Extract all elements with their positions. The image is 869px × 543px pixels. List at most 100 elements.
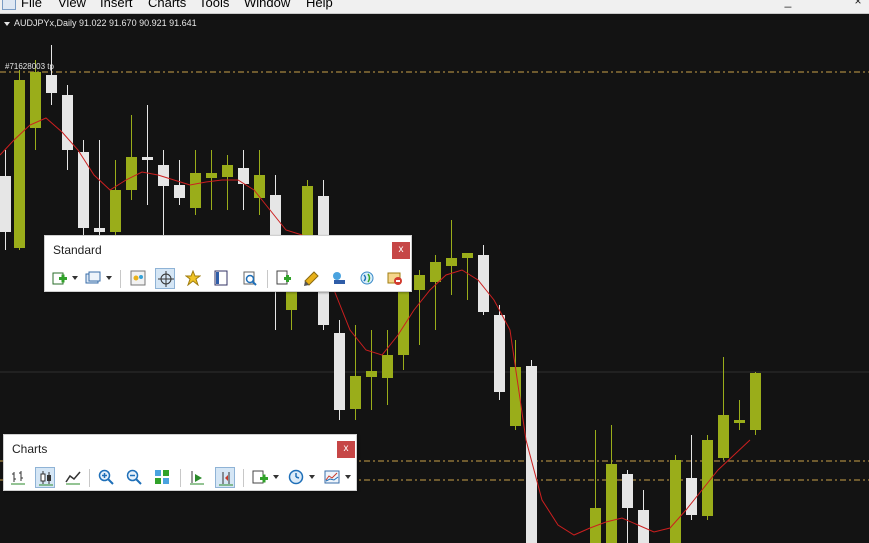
menu-charts[interactable]: Charts [148, 0, 186, 11]
menu-file[interactable]: File [21, 0, 42, 11]
candle [302, 180, 313, 236]
menu-tools[interactable]: Tools [199, 0, 229, 11]
auto-scroll-button[interactable] [187, 467, 207, 488]
charts-toolbar: Charts x [3, 434, 357, 491]
new-order-button[interactable] [273, 268, 293, 289]
standard-toolbar-buttons [45, 266, 411, 292]
menu-view[interactable]: View [58, 0, 86, 11]
candle [14, 70, 25, 250]
candle-body [718, 415, 729, 458]
candle-body [670, 460, 681, 543]
auto-trading-button[interactable] [385, 268, 405, 289]
chart-title: AUDJPYx,Daily 91.022 91.670 90.921 91.64… [4, 18, 197, 28]
candle-body [430, 262, 441, 282]
strategy-tester-icon [243, 271, 257, 286]
candle-body [750, 373, 761, 430]
candle-body [110, 190, 121, 232]
menu-bar: File View Insert Charts Tools Window Hel… [0, 0, 869, 14]
toolbar-separator [120, 270, 121, 288]
toolbar-separator [243, 469, 244, 487]
candle-body [398, 292, 409, 355]
metaeditor-button[interactable] [301, 268, 321, 289]
candle [478, 245, 489, 315]
zoom-in-icon [98, 469, 114, 485]
standard-toolbar-title: Standard [53, 243, 102, 257]
candle-body [478, 255, 489, 312]
candle [62, 85, 73, 170]
chevron-down-icon[interactable] [72, 276, 78, 280]
order-level-label: #71628003 tp [5, 62, 54, 71]
bar-chart-icon [11, 471, 25, 485]
new-chart-icon [52, 272, 67, 285]
chevron-down-icon[interactable] [106, 276, 112, 280]
menu-help[interactable]: Help [306, 0, 333, 11]
candle [622, 470, 633, 543]
candle-body [622, 474, 633, 508]
chart-title-text: AUDJPYx,Daily 91.022 91.670 90.921 91.64… [14, 18, 197, 28]
charts-toolbar-close-button[interactable]: x [337, 441, 355, 458]
navigator-button[interactable] [183, 268, 203, 289]
zoom-in-button[interactable] [96, 467, 116, 488]
candle [222, 155, 233, 210]
templates-icon [324, 470, 340, 484]
indicators-button[interactable] [250, 467, 270, 488]
auto-scroll-icon [190, 471, 204, 485]
terminal-button[interactable] [211, 268, 231, 289]
candle [334, 320, 345, 420]
chevron-down-icon[interactable] [345, 475, 351, 479]
candle-body [142, 157, 153, 160]
chart-shift-button[interactable] [215, 467, 235, 488]
indicators-icon [252, 470, 268, 484]
minimize-button[interactable]: _ [780, 0, 796, 9]
periods-button[interactable] [286, 467, 306, 488]
chevron-down-icon[interactable] [273, 475, 279, 479]
candle-body [78, 152, 89, 228]
candle [366, 330, 377, 410]
candle [446, 220, 457, 295]
candle-body [62, 95, 73, 150]
candle-body [302, 186, 313, 236]
candle [638, 490, 649, 543]
signals-icon [360, 271, 374, 285]
templates-button[interactable] [322, 467, 342, 488]
market-watch-button[interactable] [128, 268, 148, 289]
candle [238, 150, 249, 210]
charts-toolbar-buttons [4, 465, 356, 491]
new-chart-button[interactable] [49, 268, 69, 289]
navigator-icon [185, 270, 201, 286]
menu-insert[interactable]: Insert [100, 0, 133, 11]
candlesticks-button[interactable] [35, 467, 55, 488]
candle-body [126, 157, 137, 190]
candle [382, 330, 393, 405]
candle [0, 150, 11, 250]
tile-windows-button[interactable] [152, 467, 172, 488]
candle-body [30, 72, 41, 128]
line-chart-button[interactable] [63, 467, 83, 488]
candle-body [446, 258, 457, 266]
candle-body [494, 315, 505, 392]
candle [734, 400, 745, 430]
profiles-button[interactable] [83, 268, 103, 289]
toolbar-separator [89, 469, 90, 487]
candle-body [174, 185, 185, 198]
community-button[interactable] [329, 268, 349, 289]
chevron-down-icon[interactable] [309, 475, 315, 479]
crosshair-icon [158, 271, 174, 287]
close-window-button[interactable]: × [850, 0, 866, 9]
standard-toolbar-close-button[interactable]: x [392, 242, 410, 259]
menu-window[interactable]: Window [244, 0, 290, 11]
new-order-icon [276, 270, 291, 285]
zoom-out-button[interactable] [124, 467, 144, 488]
bar-chart-button[interactable] [8, 467, 28, 488]
candle [494, 305, 505, 400]
candle [158, 150, 169, 235]
market-watch-icon [130, 270, 146, 286]
candle-body [46, 75, 57, 93]
crosshair-button[interactable] [155, 268, 175, 289]
strategy-tester-button[interactable] [239, 268, 259, 289]
standard-toolbar: Standard x [44, 235, 412, 292]
candle-body [190, 173, 201, 208]
candle-body [14, 80, 25, 248]
candle-body [334, 333, 345, 410]
signals-button[interactable] [357, 268, 377, 289]
